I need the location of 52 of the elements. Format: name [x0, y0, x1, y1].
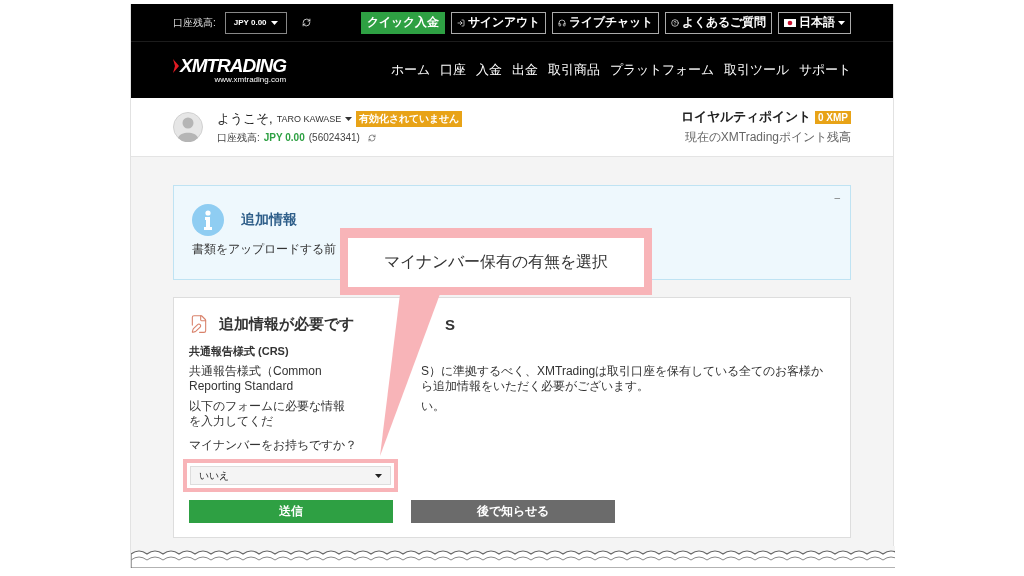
- user-name[interactable]: TARO KAWASE: [276, 113, 342, 124]
- paragraph-text: 共通報告様式（Common Reporting Standard: [189, 364, 323, 394]
- select-field[interactable]: いいえ: [190, 466, 391, 485]
- info-text: 書類をアップロードする前: [192, 242, 337, 257]
- header-button[interactable]: よくあるご質問: [665, 11, 772, 34]
- status-badge: 有効化されていません: [356, 110, 463, 127]
- info-title: 追加情報: [241, 211, 297, 229]
- caret-icon: [345, 116, 353, 121]
- collapse-button[interactable]: –: [834, 192, 840, 203]
- info-icon: [192, 204, 224, 236]
- nav-link[interactable]: 出金: [512, 61, 538, 79]
- paragraph-text: い。: [421, 399, 446, 414]
- nav-link[interactable]: プラットフォーム: [610, 61, 714, 79]
- balance-value: JPY 0.00: [263, 132, 305, 143]
- paragraph-text: S）に準拠するべく、XMTradingは取引口座を保有している全てのお客様から追加情報をいただく必要がございます。: [421, 364, 825, 394]
- form-heading: 追加情報が必要です: [219, 314, 355, 334]
- logo-mark-icon: [173, 58, 179, 73]
- points-badge: 0 XMP: [815, 110, 851, 124]
- nav-link[interactable]: 入金: [476, 61, 502, 79]
- caret-icon: [375, 473, 382, 478]
- language-select[interactable]: 日本語: [778, 11, 851, 34]
- form-heading: S: [445, 315, 455, 333]
- loyalty-title: ロイヤルティポイント: [681, 108, 811, 126]
- avatar-icon: [173, 112, 203, 142]
- caret-icon: [270, 20, 278, 25]
- refresh-icon[interactable]: [301, 18, 311, 27]
- balance-label: 口座残高:: [173, 15, 216, 30]
- logo-url: www.xmtrading.com: [214, 75, 287, 84]
- later-button[interactable]: 後で知らせる: [411, 500, 615, 523]
- points-caption: 現在のXMTradingポイント残高: [684, 128, 851, 146]
- nav-link[interactable]: 取引商品: [548, 61, 600, 79]
- account-number: (56024341): [308, 132, 360, 143]
- headset-icon: [558, 18, 566, 27]
- help-icon: [671, 18, 679, 27]
- section-title: 共通報告様式 (CRS): [189, 344, 290, 359]
- document-edit-icon: [189, 314, 209, 334]
- balance-label: 口座残高:: [217, 130, 260, 145]
- nav-link[interactable]: ホーム: [391, 61, 430, 79]
- caret-icon: [838, 20, 845, 25]
- nav-link[interactable]: サポート: [799, 61, 851, 79]
- greeting-text: ようこそ,: [217, 109, 273, 128]
- paragraph-text: 以下のフォームに必要な情報を入力してくだ: [189, 399, 346, 429]
- nav-link[interactable]: 口座: [440, 61, 466, 79]
- currency-select[interactable]: JPY 0.00: [224, 11, 287, 34]
- header-button[interactable]: ライブチャット: [552, 11, 659, 34]
- callout-box: マイナンバー保有の有無を選択: [340, 228, 652, 295]
- nav-link[interactable]: 取引ツール: [724, 61, 789, 79]
- header-button[interactable]: サインアウト: [451, 11, 546, 34]
- sign-out-icon: [457, 18, 465, 27]
- question-label: マイナンバーをお持ちですか？: [189, 437, 358, 454]
- logo-text: XMTRADING: [180, 56, 287, 75]
- flag-icon: [784, 18, 796, 27]
